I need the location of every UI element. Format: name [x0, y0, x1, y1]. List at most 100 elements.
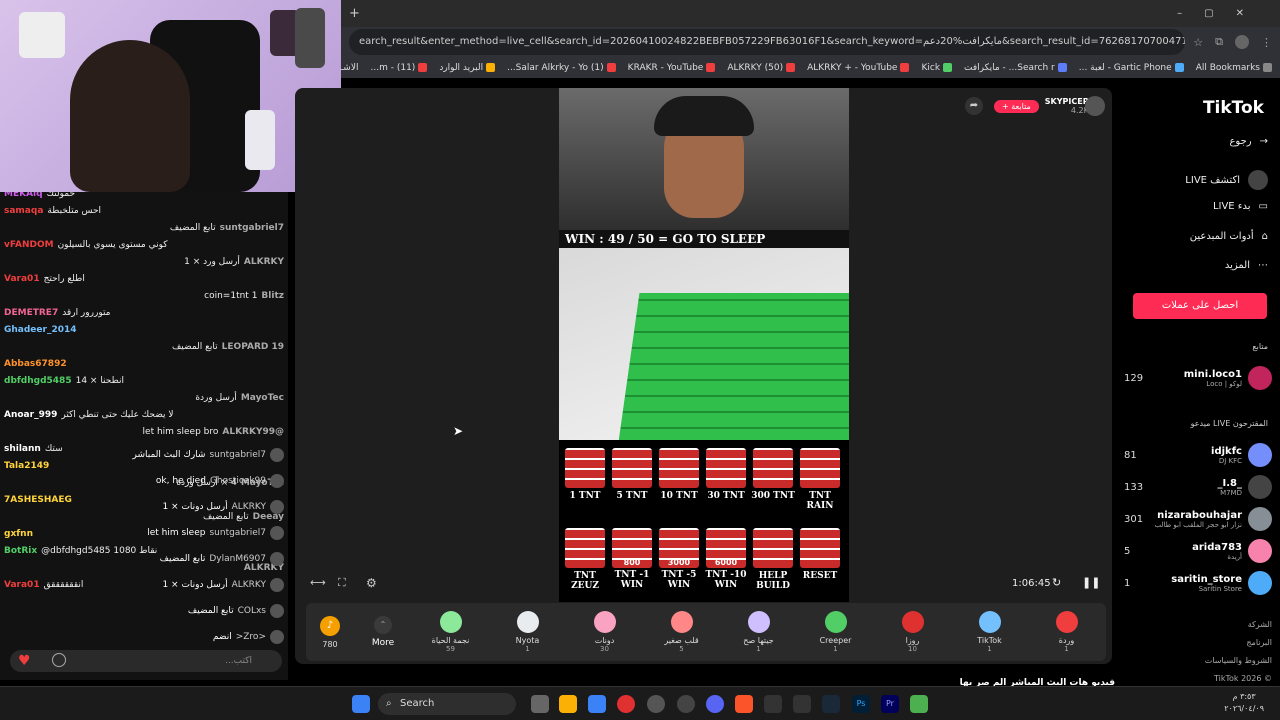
- footer-link[interactable]: البرنامج: [1205, 634, 1272, 652]
- chat-username[interactable]: vFANDOM: [4, 240, 54, 250]
- pause-icon[interactable]: ❚❚: [1082, 576, 1100, 589]
- chat-username[interactable]: Ghosticek99: [210, 476, 266, 486]
- creator-row[interactable]: 1 saritin_store Saritin Store: [1112, 571, 1272, 595]
- chat-username[interactable]: ALKRKY: [232, 502, 266, 512]
- clock[interactable]: ٣:٥٣ م ٢٠٢٦/٠٤/٠٩: [1224, 691, 1264, 715]
- url-input[interactable]: earch_result&enter_method=live_cell&sear…: [349, 29, 1186, 55]
- chat-username[interactable]: LEOPARD 19: [222, 342, 284, 352]
- discord-icon[interactable]: [706, 695, 724, 713]
- creator-row[interactable]: 5 arida783 أريدة: [1112, 539, 1272, 563]
- chat-username[interactable]: Abbas67892: [4, 359, 67, 369]
- brave-icon[interactable]: [735, 695, 753, 713]
- chat-username[interactable]: suntgabriel7: [209, 450, 266, 460]
- chat-username[interactable]: Anoar_999: [4, 410, 57, 420]
- avatar[interactable]: [270, 526, 284, 540]
- chat-username[interactable]: DylanM6907: [209, 554, 266, 564]
- steam-client-icon[interactable]: [822, 695, 840, 713]
- chat-username[interactable]: Vara01: [4, 274, 40, 284]
- chat-username[interactable]: dbfdhgd5485: [4, 376, 72, 386]
- gift-item[interactable]: Nyota 1: [489, 611, 566, 653]
- bookmark-item[interactable]: Kick: [921, 63, 953, 73]
- creator-row[interactable]: 133 _I.8_ M7MD: [1112, 475, 1272, 499]
- avatar[interactable]: [270, 500, 284, 514]
- heart-icon[interactable]: ♥: [18, 653, 36, 669]
- avatar[interactable]: [270, 630, 284, 644]
- nav-more[interactable]: ⋯ المزيد: [1225, 260, 1268, 271]
- avatar[interactable]: [270, 474, 284, 488]
- window-controls[interactable]: –▢✕: [1177, 8, 1266, 19]
- bookmark-item[interactable]: الاشـ: [341, 63, 359, 73]
- get-coins-button[interactable]: احصل على عملات: [1133, 293, 1267, 319]
- windows-start-icon[interactable]: [352, 695, 370, 713]
- bookmark-item[interactable]: (50) ALKRKY: [727, 63, 796, 73]
- avatar[interactable]: [270, 578, 284, 592]
- star-icon[interactable]: ☆: [1193, 36, 1203, 49]
- bookmark-item[interactable]: (11) - m...: [370, 63, 428, 73]
- app-icon[interactable]: [764, 695, 782, 713]
- minecraft-icon[interactable]: [910, 695, 928, 713]
- chat-username[interactable]: ALKRKY: [232, 580, 266, 590]
- chat-username[interactable]: MEKAlq: [4, 192, 43, 199]
- chat-username[interactable]: suntgabriel7: [220, 223, 284, 233]
- footer-link[interactable]: الشركة: [1205, 616, 1272, 634]
- chat-username[interactable]: MayoTec: [241, 393, 284, 403]
- chat-username[interactable]: Blitz: [261, 291, 284, 301]
- photoshop-icon[interactable]: Ps: [852, 695, 870, 713]
- gift-item[interactable]: روزا 10: [874, 611, 951, 653]
- premiere-icon[interactable]: Pr: [881, 695, 899, 713]
- gift-item[interactable]: جيتها صح 1: [720, 611, 797, 653]
- chat-username[interactable]: samaqa: [4, 206, 43, 216]
- bookmark-item[interactable]: ALKRKY + - YouTube: [807, 63, 910, 73]
- task-view-icon[interactable]: [531, 695, 549, 713]
- obs-icon[interactable]: [647, 695, 665, 713]
- file-explorer-icon[interactable]: [559, 695, 577, 713]
- share-icon[interactable]: ➦: [965, 97, 983, 115]
- chrome-icon[interactable]: [617, 695, 635, 713]
- bookmark-item[interactable]: KRAKR - YouTube: [628, 63, 716, 73]
- chat-username[interactable]: <Zro<: [236, 632, 266, 642]
- more-gifts-button[interactable]: ⌃ More: [354, 616, 412, 648]
- footer-link[interactable]: الشروط والسياسات: [1205, 652, 1272, 670]
- bookmark-item[interactable]: (1) Salar Alkrky - Yo...: [507, 63, 616, 73]
- new-tab-button[interactable]: +: [349, 6, 360, 21]
- bookmark-item[interactable]: البريد الوارد: [439, 63, 496, 73]
- taskbar-search[interactable]: ⌕ Search: [378, 693, 516, 715]
- streamer-avatar[interactable]: [1085, 96, 1105, 116]
- gift-item[interactable]: قلب صغير 5: [643, 611, 720, 653]
- chat-username[interactable]: suntgabriel7: [209, 528, 266, 538]
- nav-go-live[interactable]: ▭ بدء LIVE: [1213, 201, 1268, 212]
- nav-creator-tools[interactable]: ⌂ أدوات المبدعين: [1190, 231, 1268, 242]
- store-icon[interactable]: [588, 695, 606, 713]
- chat-username[interactable]: @ALKRKY99: [222, 427, 284, 437]
- chat-input[interactable]: اكتب...: [10, 650, 282, 672]
- emoji-icon[interactable]: [52, 653, 66, 667]
- gift-item[interactable]: دونات 30: [566, 611, 643, 653]
- avatar[interactable]: [270, 448, 284, 462]
- bookmark-item[interactable]: Search r... - مايكرافت: [964, 63, 1067, 73]
- extensions-icon[interactable]: ⧉: [1215, 35, 1223, 49]
- creator-row[interactable]: 301 nizarabouhajar نزار ابو حجر الملقب ابو…: [1112, 507, 1272, 531]
- bookmark-item[interactable]: Gartic Phone - لعبة ...: [1079, 63, 1184, 73]
- capcut-icon[interactable]: [793, 695, 811, 713]
- bookmark-item[interactable]: All Bookmarks: [1196, 63, 1272, 73]
- nav-explore-live[interactable]: اكتشف LIVE: [1185, 170, 1268, 190]
- resize-icon[interactable]: ⟷: [310, 576, 326, 589]
- creator-row[interactable]: 129 mini.loco1 Loco | لوكو: [1112, 366, 1272, 390]
- profile-avatar[interactable]: [1235, 35, 1249, 49]
- gift-item[interactable]: Creeper 1: [797, 611, 874, 653]
- gift-item[interactable]: وردة 1: [1028, 611, 1105, 653]
- nav-back[interactable]: → رجوع: [1229, 136, 1268, 147]
- chat-username[interactable]: COLxs: [238, 606, 266, 616]
- chat-username[interactable]: DEMETRE7: [4, 308, 58, 318]
- menu-icon[interactable]: ⋮: [1261, 36, 1272, 49]
- creator-row[interactable]: 81 idjkfc DJ KFC: [1112, 443, 1272, 467]
- live-video[interactable]: WIN : 49 / 50 = GO TO SLEEP 1 TNT 5 TNT 10…: [559, 88, 849, 602]
- chat-username[interactable]: ALKRKY: [244, 257, 284, 267]
- gift-item[interactable]: نجمة الحياة 59: [412, 611, 489, 653]
- coin-balance[interactable]: ♪ 780: [306, 615, 354, 649]
- steam-icon[interactable]: [677, 695, 695, 713]
- avatar[interactable]: [270, 552, 284, 566]
- avatar[interactable]: [270, 604, 284, 618]
- refresh-icon[interactable]: ↻: [1052, 576, 1061, 589]
- follow-button[interactable]: + متابعة: [994, 99, 1039, 113]
